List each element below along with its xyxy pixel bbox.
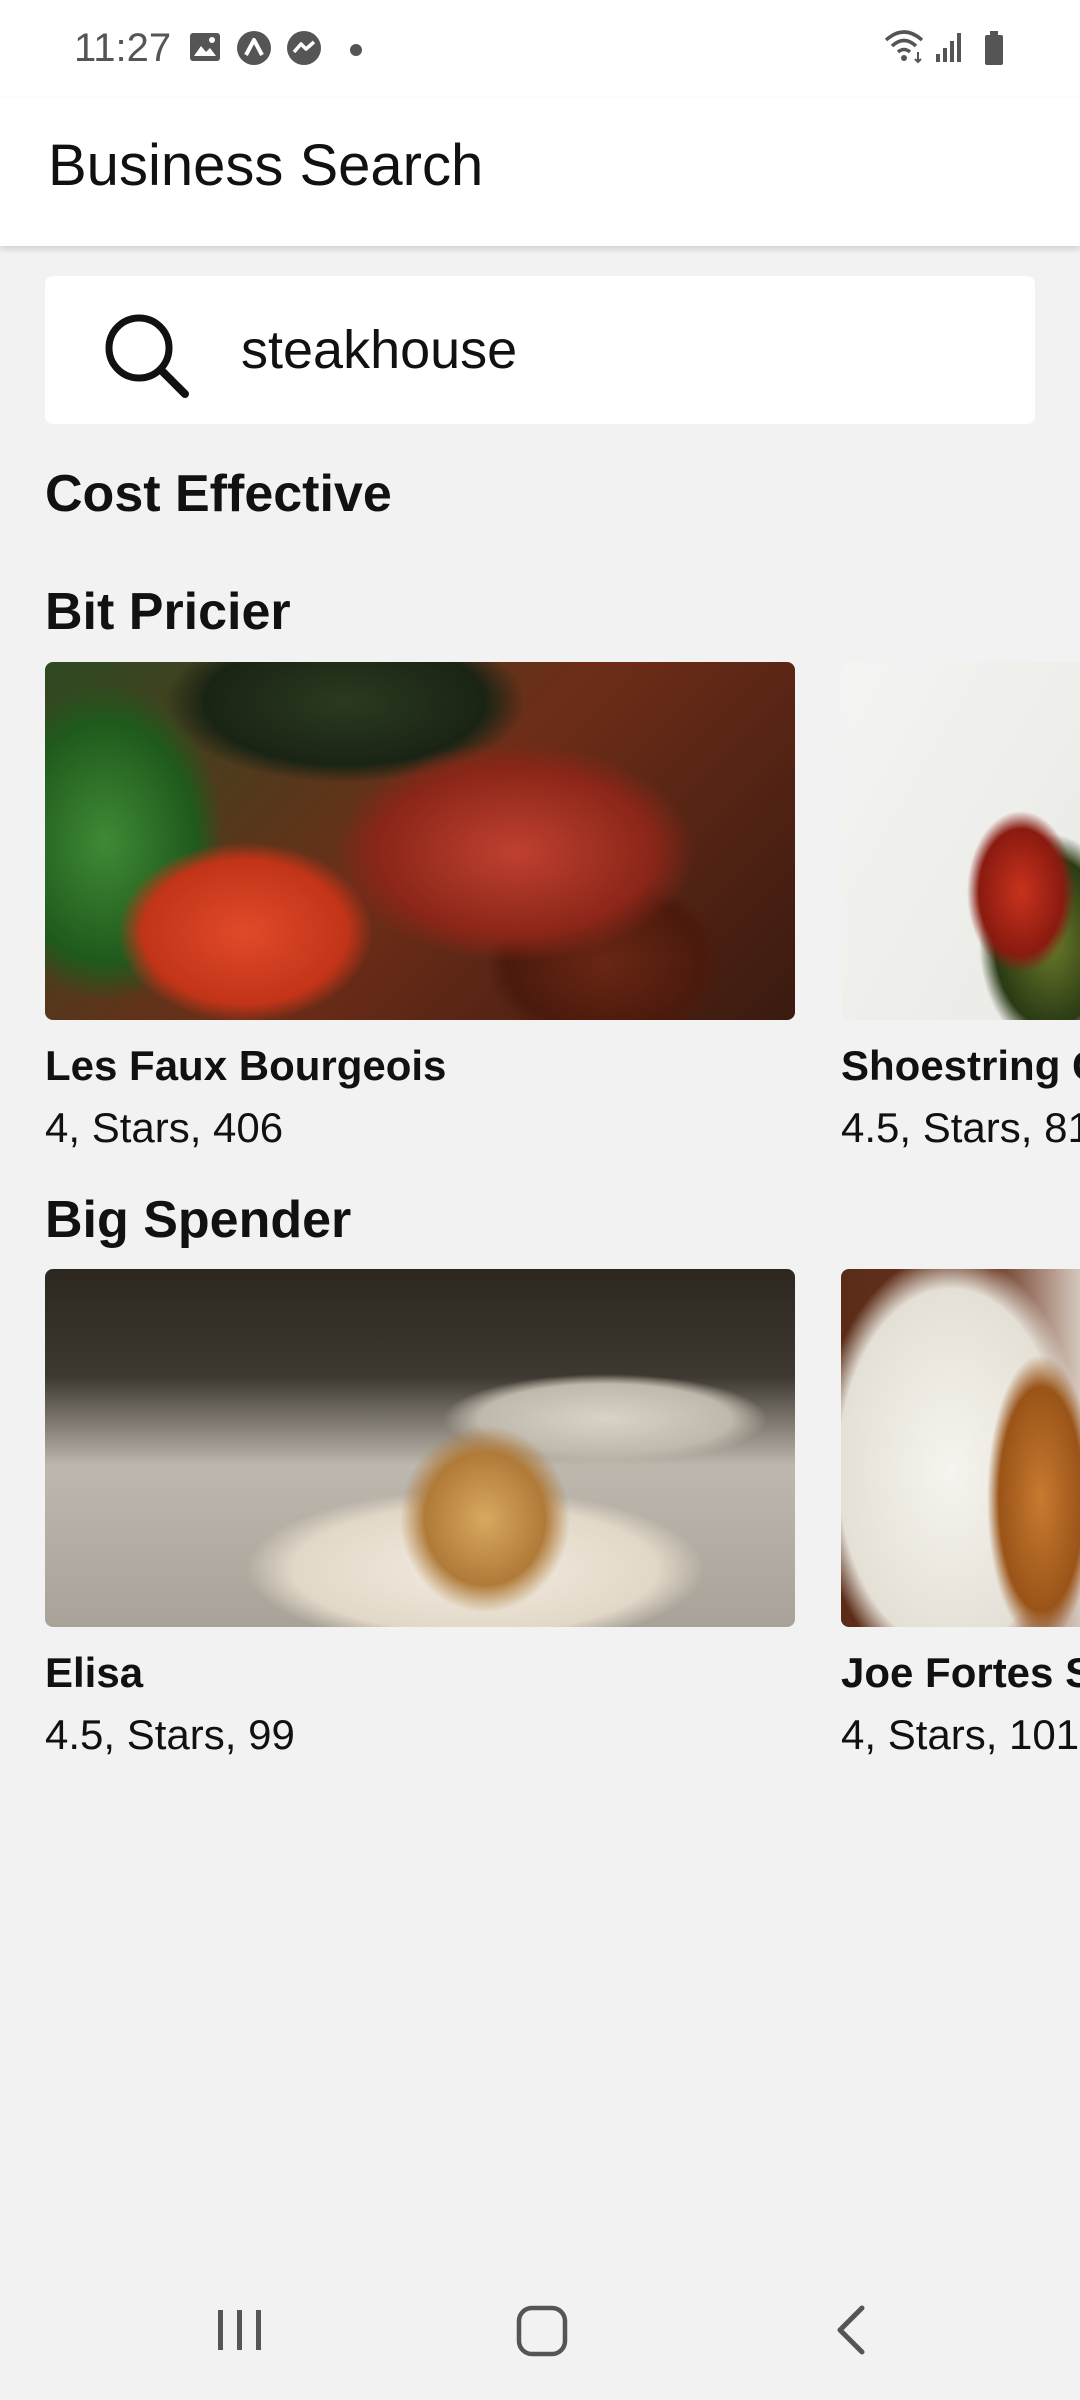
business-name: Les Faux Bourgeois (45, 1042, 447, 1089)
page-title: Business Search (48, 133, 484, 198)
search-input[interactable] (241, 310, 1001, 390)
carousel-big-spender[interactable]: Elisa 4.5, Stars, 99 Joe Fortes Se 4, St… (45, 1269, 1080, 1789)
business-image[interactable] (45, 1269, 795, 1627)
business-rating: 4.5, Stars, 81 (841, 1104, 1080, 1151)
business-rating: 4, Stars, 1017 (841, 1711, 1080, 1758)
section-heading-big-spender: Big Spender (45, 1191, 352, 1249)
search-icon[interactable] (97, 308, 193, 409)
business-name: Elisa (45, 1649, 144, 1696)
battery-icon (983, 30, 1005, 71)
business-card[interactable]: Les Faux Bourgeois 4, Stars, 406 (45, 662, 795, 1152)
business-name: Joe Fortes Se (841, 1649, 1080, 1696)
recents-icon[interactable] (212, 2300, 268, 2365)
business-image[interactable] (45, 662, 795, 1020)
circle-a-icon (236, 30, 272, 71)
business-rating: 4, Stars, 406 (45, 1104, 284, 1151)
business-image[interactable] (841, 662, 1080, 1020)
home-icon[interactable] (514, 2300, 570, 2365)
wifi-icon (882, 28, 926, 69)
business-image[interactable] (841, 1269, 1080, 1627)
system-nav-bar (0, 2260, 1080, 2400)
business-card[interactable]: Shoestring C 4.5, Stars, 81 (841, 662, 1080, 1152)
back-icon[interactable] (822, 2300, 878, 2365)
section-heading-bit-pricier: Bit Pricier (45, 583, 291, 641)
signal-icon (934, 30, 966, 69)
carousel-bit-pricier[interactable]: Les Faux Bourgeois 4, Stars, 406 Shoestr… (45, 662, 1080, 1182)
app-bar: Business Search (0, 98, 1080, 246)
business-card[interactable]: Joe Fortes Se 4, Stars, 1017 (841, 1269, 1080, 1759)
business-name: Shoestring C (841, 1042, 1080, 1089)
search-bar[interactable] (45, 276, 1035, 424)
business-rating: 4.5, Stars, 99 (45, 1711, 295, 1758)
business-card[interactable]: Elisa 4.5, Stars, 99 (45, 1269, 795, 1759)
status-bar: 11:27 (0, 0, 1080, 98)
dot-icon (350, 43, 362, 61)
status-time: 11:27 (74, 26, 172, 70)
section-heading-cost-effective: Cost Effective (45, 465, 392, 523)
gallery-icon (188, 30, 222, 69)
messenger-icon (286, 30, 322, 71)
